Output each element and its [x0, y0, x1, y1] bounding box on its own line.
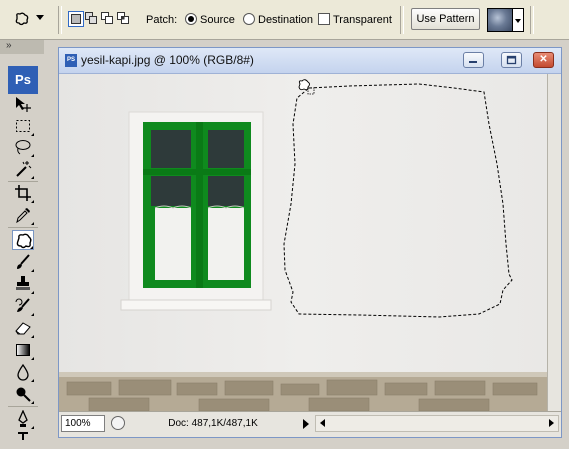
drop-icon [17, 363, 29, 381]
minimize-button[interactable] [463, 52, 484, 68]
history-brush-tool[interactable] [12, 296, 34, 316]
horizontal-scrollbar[interactable] [315, 415, 559, 432]
blur-tool[interactable] [12, 362, 34, 382]
destination-radio[interactable] [243, 13, 255, 25]
ps-logo[interactable]: Ps [8, 66, 38, 94]
vertical-scrollbar[interactable] [547, 74, 561, 411]
eyedropper-icon [16, 208, 30, 224]
marquee-tool[interactable] [12, 116, 34, 136]
dodge-tool[interactable] [12, 384, 34, 404]
brush-tool[interactable] [12, 252, 34, 272]
tool-preset-picker[interactable] [8, 8, 48, 30]
pen-icon [18, 410, 28, 427]
add-to-selection-button[interactable] [84, 11, 100, 27]
pattern-picker[interactable] [487, 8, 513, 32]
subtract-from-selection-button[interactable] [100, 11, 116, 27]
scroll-left-icon[interactable] [320, 419, 325, 427]
magic-wand-icon [16, 161, 32, 177]
maximize-button[interactable] [501, 52, 522, 68]
eraser-icon [15, 322, 31, 335]
gradient-tool[interactable] [12, 340, 34, 360]
gradient-icon [16, 344, 30, 356]
intersect-selection-button[interactable] [116, 11, 132, 27]
separator [530, 6, 534, 34]
magic-wand-tool[interactable] [12, 159, 34, 179]
options-bar: Patch: Source Destination Transparent Us… [0, 0, 569, 40]
separator [400, 6, 404, 34]
chevron-down-icon [36, 15, 44, 20]
pen-tool[interactable] [12, 409, 34, 429]
patch-label: Patch: [146, 14, 178, 26]
maximize-icon [506, 55, 517, 65]
collapse-icon[interactable]: » [6, 40, 12, 51]
minimize-icon [469, 61, 477, 63]
brush-icon [17, 254, 30, 269]
patch-icon [15, 12, 29, 26]
status-menu-arrow-icon[interactable] [303, 419, 309, 429]
separator [58, 6, 62, 34]
lasso-tool[interactable] [12, 137, 34, 157]
document-titlebar[interactable]: PS yesil-kapi.jpg @ 100% (RGB/8#) ✕ [59, 48, 561, 74]
document-info: Doc: 487,1K/487,1K [168, 418, 258, 429]
toolbox-grip[interactable]: » [0, 40, 44, 54]
crop-icon [15, 185, 31, 201]
status-bar: 100% Doc: 487,1K/487,1K [59, 411, 561, 437]
history-brush-icon [15, 298, 30, 312]
close-icon: ✕ [539, 54, 548, 65]
type-icon [18, 432, 28, 440]
dodge-icon [16, 387, 31, 402]
rectangular-marquee-icon [16, 120, 30, 132]
source-label[interactable]: Source [200, 14, 235, 26]
source-radio[interactable] [185, 13, 197, 25]
document-image [59, 74, 547, 411]
scroll-right-icon[interactable] [549, 419, 554, 427]
transparent-label[interactable]: Transparent [333, 14, 392, 26]
pattern-dropdown-button[interactable] [513, 8, 524, 32]
eraser-tool[interactable] [12, 318, 34, 338]
status-info-icon[interactable] [111, 416, 125, 430]
new-selection-button[interactable] [68, 11, 84, 27]
zoom-field[interactable]: 100% [61, 415, 105, 432]
move-icon [16, 97, 31, 112]
patch-tool[interactable] [12, 230, 34, 250]
image-canvas[interactable] [59, 74, 547, 411]
destination-label[interactable]: Destination [258, 14, 313, 26]
toolbox: » Ps [0, 40, 44, 440]
clone-stamp-tool[interactable] [12, 274, 34, 294]
ps-document-icon: PS [65, 54, 77, 67]
eyedropper-tool[interactable] [12, 205, 34, 225]
stamp-icon [16, 276, 30, 290]
document-title: yesil-kapi.jpg @ 100% (RGB/8#) [81, 53, 254, 67]
lasso-icon [15, 140, 31, 155]
document-window: PS yesil-kapi.jpg @ 100% (RGB/8#) ✕ 100%… [58, 47, 562, 438]
move-tool[interactable] [12, 94, 34, 114]
close-button[interactable]: ✕ [533, 52, 554, 68]
use-pattern-button[interactable]: Use Pattern [411, 8, 480, 30]
transparent-checkbox[interactable] [318, 13, 330, 25]
crop-tool[interactable] [12, 183, 34, 203]
type-tool[interactable] [12, 429, 34, 449]
